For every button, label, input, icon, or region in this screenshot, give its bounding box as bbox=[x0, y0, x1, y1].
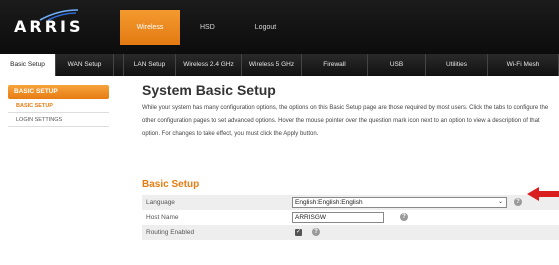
tab-firewall[interactable]: Firewall bbox=[302, 54, 368, 76]
tab-basic-setup[interactable]: Basic Setup bbox=[0, 54, 56, 76]
host-name-row: Host Name ARRISGW ? bbox=[142, 210, 559, 225]
tab-wifi-mesh[interactable]: Wi-Fi Mesh bbox=[488, 54, 559, 76]
host-name-label: Host Name bbox=[146, 214, 179, 221]
question-mark-icon[interactable]: ? bbox=[514, 198, 522, 206]
tab-utilities[interactable]: Utilities bbox=[426, 54, 488, 76]
sidebar: BASIC SETUP BASIC SETUP LOGIN SETTINGS bbox=[8, 85, 109, 127]
top-nav: Wireless HSD Logout bbox=[120, 10, 296, 45]
main-content: System Basic Setup While your system has… bbox=[142, 82, 559, 240]
routing-label: Routing Enabled bbox=[146, 229, 195, 236]
tab-bar: Basic Setup WAN Setup LAN Setup Wireless… bbox=[0, 54, 559, 76]
language-select[interactable]: English:English:English ⌄ bbox=[292, 197, 507, 208]
sidebar-item-basic-setup[interactable]: BASIC SETUP bbox=[8, 99, 109, 113]
app-header: ARRIS Wireless HSD Logout bbox=[0, 0, 559, 54]
sidebar-header: BASIC SETUP bbox=[8, 85, 109, 99]
chevron-down-icon: ⌄ bbox=[497, 199, 503, 205]
top-nav-logout[interactable]: Logout bbox=[235, 10, 296, 45]
sidebar-item-login-settings[interactable]: LOGIN SETTINGS bbox=[8, 113, 109, 127]
top-nav-wireless[interactable]: Wireless bbox=[120, 10, 180, 45]
tab-usb[interactable]: USB bbox=[368, 54, 426, 76]
red-arrow-icon bbox=[527, 187, 559, 201]
tab-wireless-24ghz[interactable]: Wireless 2.4 GHz bbox=[176, 54, 242, 76]
tab-lan-setup[interactable]: LAN Setup bbox=[124, 54, 176, 76]
question-mark-icon[interactable]: ? bbox=[312, 228, 320, 236]
language-label: Language bbox=[146, 199, 175, 206]
top-nav-hsd[interactable]: HSD bbox=[180, 10, 235, 45]
language-row: Language English:English:English ⌄ ? bbox=[142, 195, 559, 210]
intro-text: While your system has many configuration… bbox=[142, 105, 549, 137]
tab-wireless-5ghz[interactable]: Wireless 5 GHz bbox=[242, 54, 302, 76]
routing-row: Routing Enabled ✓ ? bbox=[142, 225, 559, 240]
tab-wan-setup[interactable]: WAN Setup bbox=[56, 54, 114, 76]
question-mark-icon[interactable]: ? bbox=[400, 213, 408, 221]
language-value: English:English:English bbox=[295, 199, 363, 206]
arris-logo: ARRIS bbox=[14, 17, 84, 36]
host-name-input[interactable]: ARRISGW bbox=[292, 212, 384, 223]
section-title: Basic Setup bbox=[142, 179, 200, 190]
page-title: System Basic Setup bbox=[142, 82, 276, 98]
tab-separator bbox=[114, 54, 124, 76]
routing-checkbox[interactable]: ✓ bbox=[295, 229, 302, 236]
